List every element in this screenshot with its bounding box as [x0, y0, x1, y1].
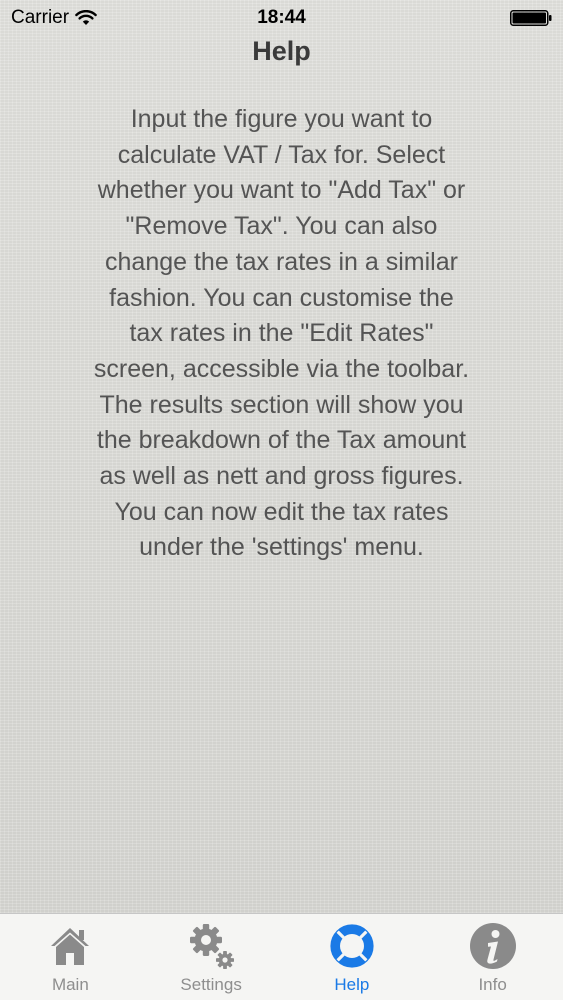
help-text: Input the figure you want to calculate V… [93, 105, 470, 562]
tab-settings[interactable]: Settings [141, 914, 282, 1000]
tab-bar: Main Settings Help Info [0, 913, 563, 1000]
house-icon [51, 928, 90, 965]
info-icon [469, 923, 516, 969]
tab-settings-label: Settings [180, 975, 242, 994]
tab-main[interactable]: Main [0, 914, 141, 1000]
status-time: 18:44 [257, 7, 306, 28]
tab-info[interactable]: Info [422, 914, 563, 1000]
tab-help[interactable]: Help [282, 914, 423, 1000]
tab-main-label: Main [51, 975, 89, 994]
battery-icon [510, 10, 552, 26]
tab-info-label: Info [478, 975, 507, 994]
gears-icon [190, 924, 235, 969]
page-title: Help [252, 36, 311, 66]
lifebuoy-icon [330, 924, 374, 968]
tab-help-label: Help [334, 975, 370, 994]
status-bar: Carrier 18:44 [0, 0, 563, 36]
